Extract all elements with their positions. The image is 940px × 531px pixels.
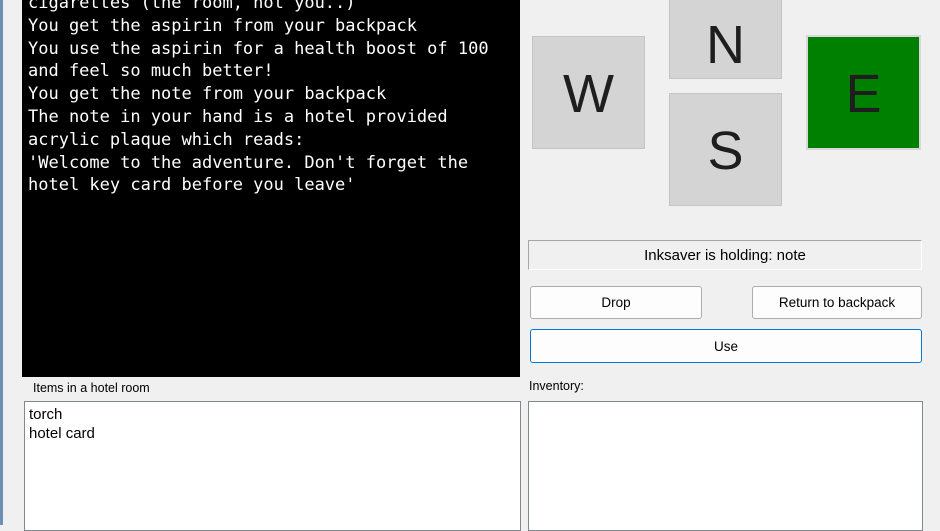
north-button-label: N: [706, 14, 745, 75]
console-line: 'Welcome to the adventure. Don't forget …: [28, 152, 469, 173]
inventory-list[interactable]: [528, 401, 923, 531]
console-line: and feel so much better!: [28, 61, 274, 82]
room-items-label: Items in a hotel room: [31, 381, 152, 395]
inventory-label: Inventory:: [527, 379, 586, 393]
south-button[interactable]: S: [669, 93, 782, 206]
return-to-backpack-button-label: Return to backpack: [778, 295, 896, 310]
console-line: You get the note from your backpack: [28, 84, 387, 105]
console-line: You use the aspirin for a health boost o…: [28, 38, 489, 59]
console-line: The note in your hand is a hotel provide…: [28, 106, 448, 127]
game-console-output: cigarettes (the room, not you..) You get…: [22, 0, 520, 377]
console-line: cigarettes (the room, not you..): [28, 0, 356, 13]
holding-status-text: Inksaver is holding: note: [644, 246, 806, 264]
drop-button-label: Drop: [601, 295, 631, 310]
console-line: You get the aspirin from your backpack: [28, 15, 417, 36]
west-button[interactable]: W: [532, 36, 645, 149]
list-item-hotel-card[interactable]: hotel card: [29, 424, 520, 443]
north-button[interactable]: N: [669, 0, 782, 79]
room-items-list[interactable]: torch hotel card: [24, 401, 521, 531]
east-button[interactable]: E: [806, 35, 921, 150]
list-item-torch[interactable]: torch: [29, 405, 520, 424]
return-to-backpack-button[interactable]: Return to backpack: [752, 286, 922, 319]
drop-button[interactable]: Drop: [530, 286, 702, 319]
south-button-label: S: [707, 120, 744, 181]
west-button-label: W: [563, 63, 614, 124]
use-button-label: Use: [713, 338, 738, 354]
holding-status: Inksaver is holding: note: [528, 240, 922, 270]
window-edge: [0, 0, 3, 525]
east-button-label: E: [845, 63, 882, 124]
console-line: acrylic plaque which reads:: [28, 129, 305, 150]
console-line: hotel key card before you leave': [28, 175, 356, 196]
use-button[interactable]: Use: [530, 329, 922, 363]
